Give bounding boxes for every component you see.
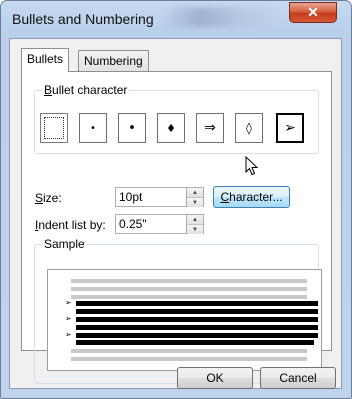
character-button[interactable]: Character... <box>213 186 290 208</box>
sample-text-line <box>76 340 314 345</box>
sample-text-line <box>76 325 318 330</box>
sample-preview: ➢ ➢ ➢ <box>47 269 322 371</box>
sample-bullet-icon: ➢ <box>65 314 72 323</box>
cancel-button[interactable]: Cancel <box>260 367 336 389</box>
sample-gray-line <box>71 279 307 283</box>
ok-button[interactable]: OK <box>177 367 253 389</box>
indent-input[interactable]: 0.25" <box>115 214 187 234</box>
sample-gray-line <box>71 357 307 361</box>
tab-numbering-label: Numbering <box>84 54 143 68</box>
size-input[interactable]: 10pt <box>115 187 187 207</box>
window-title: Bullets and Numbering <box>12 11 154 27</box>
tab-bullets-label: Bullets <box>27 52 64 66</box>
indent-down-icon[interactable]: ▼ <box>187 225 203 234</box>
sample-bullet-icon: ➢ <box>65 298 72 307</box>
bullet-option-dot-small[interactable]: • <box>79 113 107 143</box>
sample-gray-line <box>71 287 307 291</box>
sample-gray-line <box>71 349 307 353</box>
sample-text-line <box>76 317 318 322</box>
character-button-label: Character... <box>220 190 283 204</box>
mouse-cursor-icon <box>245 156 259 176</box>
sample-label: Sample <box>42 237 87 251</box>
sample-bullet-icon: ➢ <box>65 330 72 339</box>
indent-spinner: 0.25" ▲ ▼ <box>115 214 205 234</box>
close-icon: ✕ <box>307 4 319 20</box>
size-spin-buttons: ▲ ▼ <box>187 187 204 207</box>
close-button[interactable]: ✕ <box>289 2 337 23</box>
bullet-character-label: Bullet character <box>42 83 130 97</box>
dialog-body: Bullets Numbering Bullet character • • ♦… <box>9 38 342 389</box>
size-down-icon[interactable]: ▼ <box>187 198 203 207</box>
bullet-option-diamond[interactable]: ♦ <box>157 113 185 143</box>
cancel-button-label: Cancel <box>279 371 317 385</box>
tab-bullets[interactable]: Bullets <box>21 48 70 72</box>
sample-text-line <box>76 309 318 314</box>
sample-group: Sample ➢ ➢ ➢ <box>34 237 322 384</box>
bullet-option-arrowhead[interactable]: ➢ <box>276 113 304 143</box>
bullet-option-arrow[interactable]: ⇒ <box>196 113 224 143</box>
bullet-option-dot[interactable]: • <box>118 113 146 143</box>
tab-numbering[interactable]: Numbering <box>78 50 149 71</box>
bullet-option-none[interactable] <box>40 113 68 143</box>
bullet-option-open-diamond[interactable]: ◊ <box>235 113 263 143</box>
sample-text-line <box>76 333 318 338</box>
title-bar-blur <box>161 7 281 27</box>
size-label: Size: <box>35 191 62 205</box>
indent-label: Indent list by: <box>35 218 106 232</box>
indent-up-icon[interactable]: ▲ <box>187 215 203 225</box>
indent-spin-buttons: ▲ ▼ <box>187 214 204 234</box>
title-bar[interactable]: Bullets and Numbering ✕ <box>1 1 351 37</box>
size-spinner: 10pt ▲ ▼ <box>115 187 205 207</box>
dialog-window: Bullets and Numbering ✕ Bullets Numberin… <box>0 0 352 399</box>
bullet-character-group: Bullet character • • ♦ ⇒ ◊ ➢ <box>34 83 319 154</box>
ok-button-label: OK <box>206 371 224 385</box>
sample-gray-line <box>71 295 307 299</box>
size-up-icon[interactable]: ▲ <box>187 188 203 198</box>
sample-text-line <box>76 301 318 306</box>
bullets-panel: Bullet character • • ♦ ⇒ ◊ ➢ Size: 10pt … <box>21 71 332 384</box>
